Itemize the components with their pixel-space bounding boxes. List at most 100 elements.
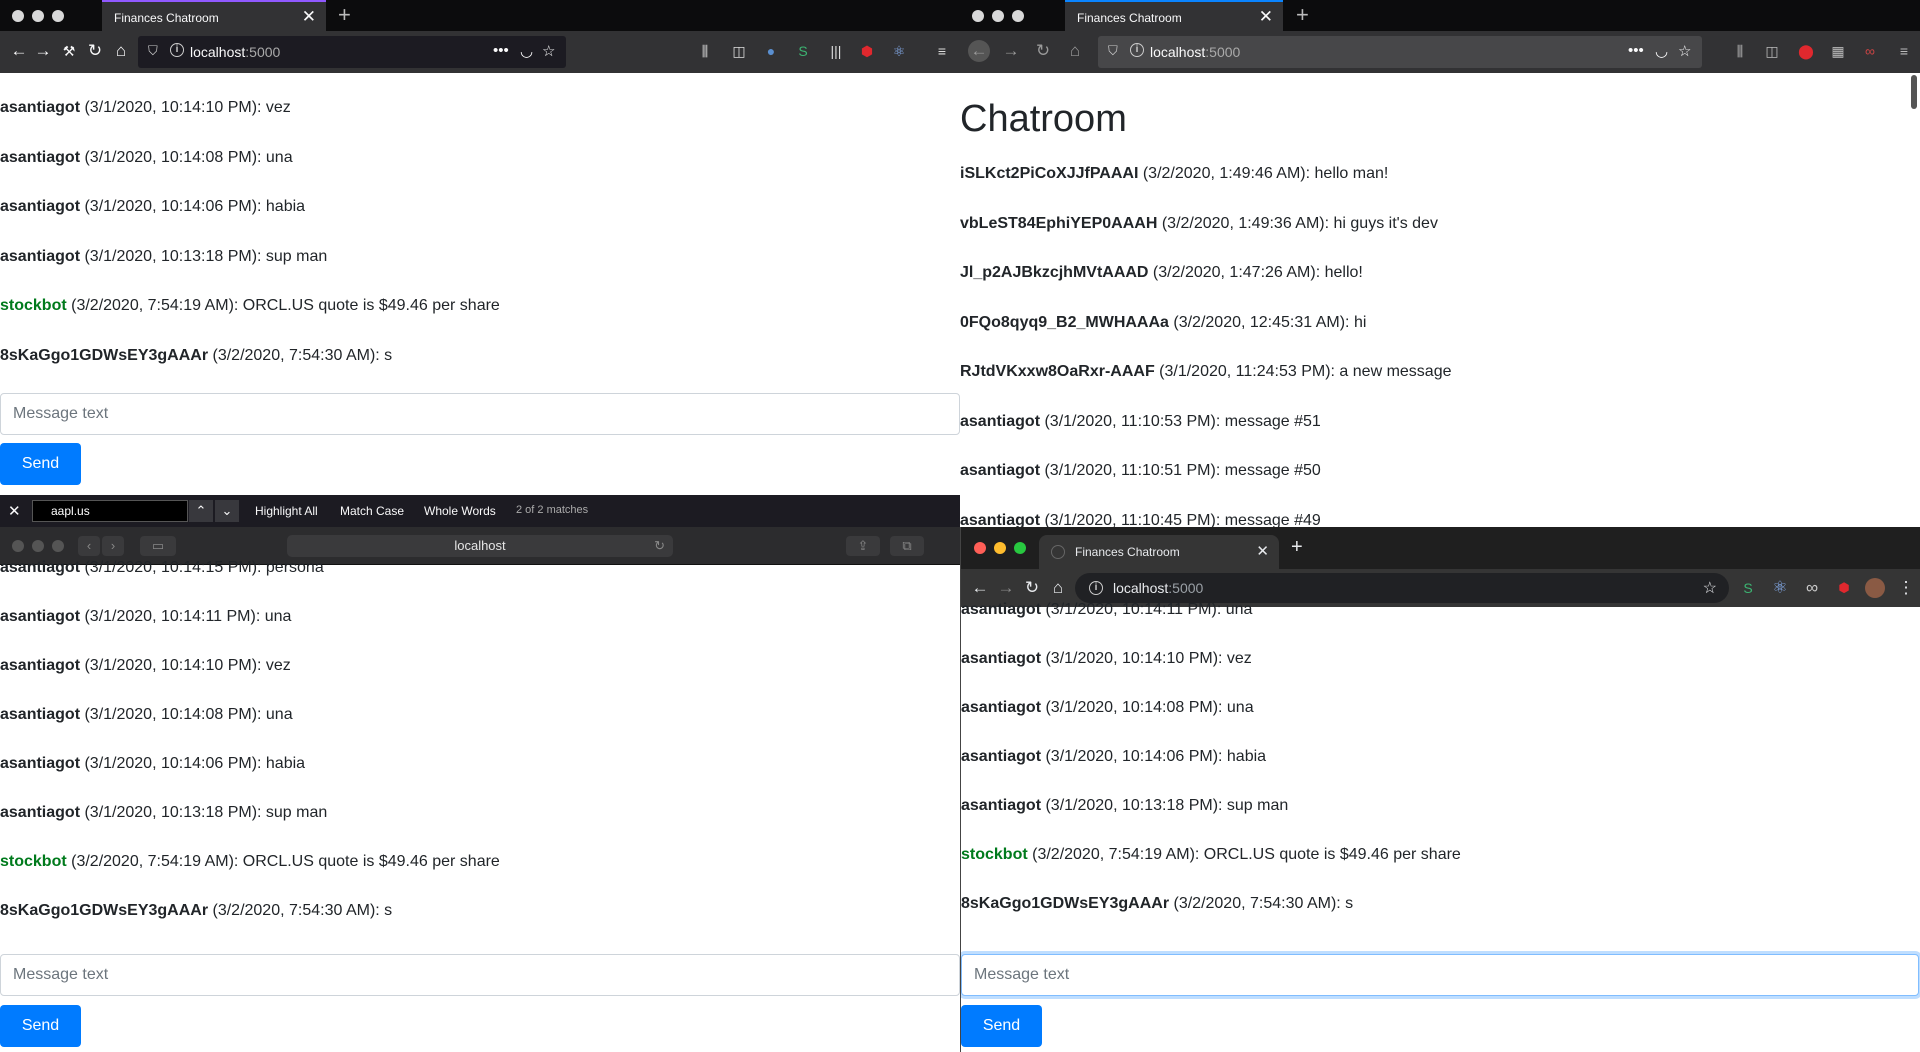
back-icon[interactable]: ‹ <box>78 536 100 556</box>
zoom-window-icon[interactable] <box>1014 542 1026 554</box>
message-input[interactable]: Message text <box>0 954 960 996</box>
library-icon[interactable]: ⫼ <box>695 41 715 61</box>
extension-s-icon[interactable]: S <box>793 41 813 61</box>
message-input[interactable]: Message text <box>0 393 960 435</box>
info-icon[interactable]: i <box>1089 581 1103 595</box>
close-tab-icon[interactable]: ✕ <box>302 7 316 27</box>
back-icon[interactable]: ← <box>968 40 990 62</box>
sidebar-icon[interactable]: ▭ <box>140 536 176 556</box>
more-actions-icon[interactable]: ••• <box>1628 42 1644 59</box>
reload-icon[interactable]: ↻ <box>1021 577 1043 599</box>
send-button[interactable]: Send <box>961 1005 1042 1047</box>
forward-icon[interactable]: → <box>1000 40 1022 62</box>
new-tab-icon[interactable]: + <box>1296 2 1309 28</box>
scrollbar-thumb[interactable] <box>1911 75 1917 109</box>
tab-title: Finances Chatroom <box>1077 11 1182 25</box>
react-devtools-icon[interactable]: ⚛ <box>1769 577 1791 599</box>
reload-icon[interactable]: ↻ <box>654 535 665 557</box>
forward-icon[interactable]: → <box>995 577 1017 599</box>
navigation-bar: ← → ⚒ ↻ ⌂ ⛉ i localhost:5000 ••• ◡ ☆ ⫼ ◫… <box>0 31 960 73</box>
shield-icon[interactable]: ⛉ <box>1108 43 1118 59</box>
find-input[interactable]: aapl.us <box>32 500 188 522</box>
browser-tab[interactable]: Finances Chatroom ✕ <box>1065 0 1283 31</box>
extension-mask-icon[interactable]: ∞ <box>1801 577 1823 599</box>
bookmark-star-icon[interactable]: ☆ <box>542 42 555 60</box>
forward-icon[interactable]: → <box>32 40 54 62</box>
message-input[interactable]: Message text <box>961 954 1919 996</box>
home-icon[interactable]: ⌂ <box>1047 577 1069 599</box>
url-text[interactable]: localhost:5000 <box>190 44 280 60</box>
chrome-window-bottom-right: Finances Chatroom ✕ + ← → ↻ ⌂ i localhos… <box>960 527 1920 1052</box>
back-icon[interactable]: ← <box>8 40 30 62</box>
send-button[interactable]: Send <box>0 443 81 485</box>
match-count: 2 of 2 matches <box>516 504 589 516</box>
ublock-icon[interactable]: ⬢ <box>857 41 877 61</box>
avatar[interactable] <box>1865 578 1885 598</box>
extension-red-icon[interactable]: ⬤ <box>1796 41 1816 61</box>
window-controls[interactable] <box>972 10 1024 22</box>
bookmark-star-icon[interactable]: ☆ <box>1678 42 1691 60</box>
tab-bar: Finances Chatroom ✕ + <box>0 0 960 31</box>
address-bar[interactable]: localhost ↻ <box>287 535 673 557</box>
window-controls[interactable] <box>974 542 1026 554</box>
extension-bars-icon[interactable]: ||| <box>826 41 846 61</box>
menu-icon[interactable]: ⋮ <box>1895 577 1917 599</box>
ublock-icon[interactable]: ⬢ <box>1833 577 1855 599</box>
close-tab-icon[interactable]: ✕ <box>1256 542 1269 560</box>
reload-icon[interactable]: ↻ <box>84 40 106 62</box>
find-previous-icon[interactable]: ⌃ <box>189 500 213 522</box>
close-window-icon[interactable] <box>974 542 986 554</box>
message: 0FQo8qyq9_B2_MWHAAAa (3/2/2020, 12:45:31… <box>960 314 1367 331</box>
sidebar-icon[interactable]: ◫ <box>1762 41 1782 61</box>
url-bar[interactable]: ⛉ i localhost:5000 ••• ◡ ☆ <box>138 36 566 68</box>
share-icon[interactable]: ⇪ <box>846 536 880 556</box>
url-bar[interactable]: i localhost:5000 ☆ <box>1075 573 1729 603</box>
find-next-icon[interactable]: ⌄ <box>215 500 239 522</box>
message: asantiagot (3/1/2020, 11:10:45 PM): mess… <box>960 512 1321 527</box>
shield-icon[interactable]: ⛉ <box>148 43 158 59</box>
react-devtools-icon[interactable]: ⚛ <box>889 41 909 61</box>
close-find-icon[interactable]: ✕ <box>8 502 21 520</box>
more-actions-icon[interactable]: ••• <box>493 42 509 59</box>
highlight-all-toggle[interactable]: Highlight All <box>255 504 318 518</box>
library-icon[interactable]: ⫼ <box>1730 41 1750 61</box>
url-bar[interactable]: ⛉ i localhost:5000 ••• ◡ ☆ <box>1098 36 1702 68</box>
new-tab-icon[interactable]: + <box>338 2 351 28</box>
sidebar-icon[interactable]: ◫ <box>729 41 749 61</box>
browser-tab[interactable]: Finances Chatroom ✕ <box>102 0 326 31</box>
new-tab-icon[interactable]: + <box>1291 536 1303 559</box>
back-icon[interactable]: ← <box>969 577 991 599</box>
menu-icon[interactable]: ≡ <box>1894 41 1914 61</box>
tabs-overview-icon[interactable]: ⧉ <box>890 536 924 556</box>
message: asantiagot (3/1/2020, 10:14:08 PM): una <box>961 699 1254 716</box>
extension-mask-icon[interactable]: ∞ <box>1860 41 1880 61</box>
info-icon[interactable]: i <box>1130 43 1144 57</box>
browser-tab[interactable]: Finances Chatroom ✕ <box>1039 535 1279 569</box>
extension-grid-icon[interactable]: ▦ <box>1828 41 1848 61</box>
match-case-toggle[interactable]: Match Case <box>340 504 404 518</box>
home-icon[interactable]: ⌂ <box>1064 40 1086 62</box>
find-bar: ✕ aapl.us ⌃ ⌄ Highlight All Match Case W… <box>0 495 960 527</box>
home-icon[interactable]: ⌂ <box>110 40 132 62</box>
pocket-icon[interactable]: ◡ <box>1655 42 1668 60</box>
window-controls[interactable] <box>12 540 64 552</box>
bookmark-star-icon[interactable]: ☆ <box>1703 578 1717 598</box>
url-text[interactable]: localhost:5000 <box>1150 44 1240 60</box>
menu-icon[interactable]: ≡ <box>932 41 952 61</box>
address-text: localhost <box>454 538 506 553</box>
forward-icon[interactable]: › <box>102 536 124 556</box>
window-controls[interactable] <box>12 10 64 22</box>
close-tab-icon[interactable]: ✕ <box>1259 7 1273 27</box>
info-icon[interactable]: i <box>170 43 184 57</box>
send-button[interactable]: Send <box>0 1005 81 1047</box>
message: asantiagot (3/1/2020, 10:14:11 PM): una <box>961 601 1253 618</box>
pocket-icon[interactable]: ◡ <box>520 42 533 60</box>
extension-globe-icon[interactable]: ● <box>761 41 781 61</box>
url-text[interactable]: localhost:5000 <box>1113 580 1203 596</box>
whole-words-toggle[interactable]: Whole Words <box>424 504 496 518</box>
extension-s-icon[interactable]: S <box>1737 577 1759 599</box>
message: asantiagot (3/1/2020, 10:14:08 PM): una <box>0 706 293 723</box>
wrench-icon[interactable]: ⚒ <box>58 40 80 62</box>
minimize-window-icon[interactable] <box>994 542 1006 554</box>
reload-icon[interactable]: ↻ <box>1032 40 1054 62</box>
